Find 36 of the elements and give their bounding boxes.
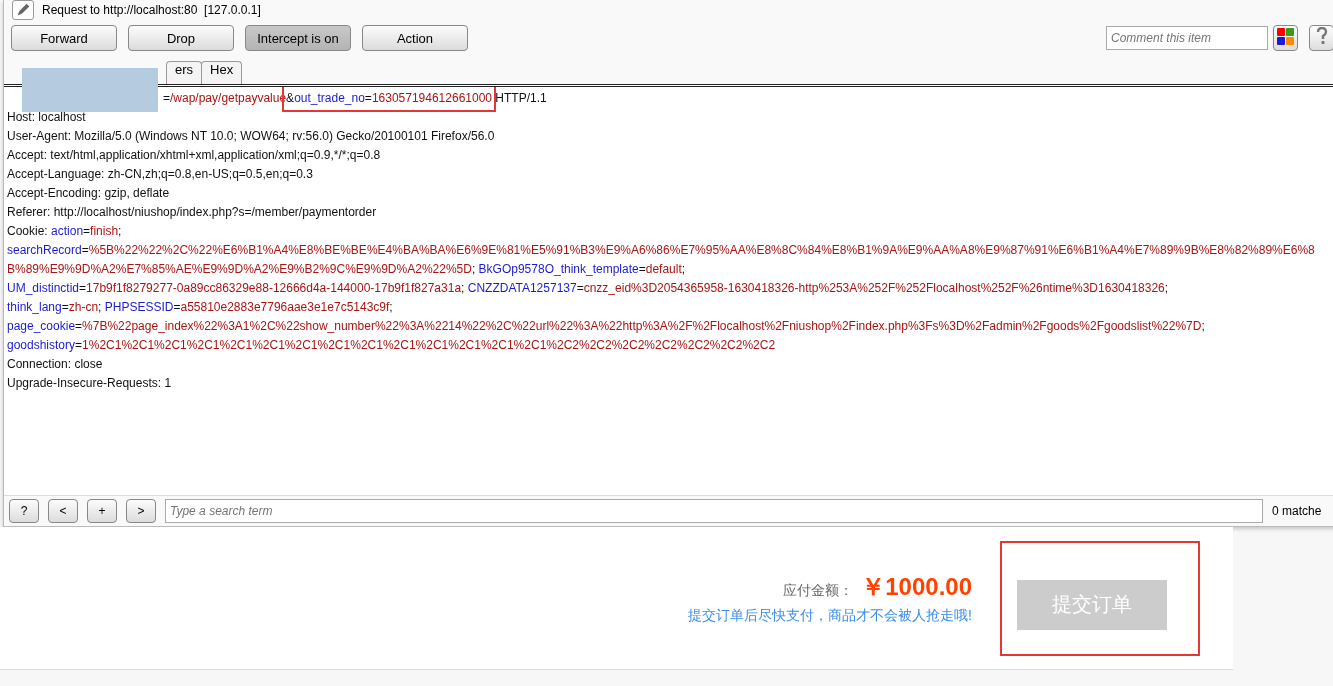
header-line: User-Agent: Mozilla/5.0 (Windows NT 10.0; WOW64; rv:56.0) Gecko/20100101 Firefox/56.0 [7, 128, 496, 145]
search-field[interactable]: Type a search term [165, 499, 1263, 523]
amount-label: 应付金额： [783, 582, 854, 600]
match-count: 0 matche [1272, 504, 1322, 518]
header-line: Accept-Language: zh-CN,zh;q=0.8,en-US;q=0.5,en;q=0.3 [7, 166, 314, 183]
header-line: Cookie: action=finish; [7, 223, 123, 240]
toolbar-button[interactable]: Forward [11, 25, 117, 51]
tab[interactable]: ers [166, 61, 203, 84]
tab[interactable]: Hex [201, 61, 243, 84]
amount-value: ￥1000.00 [861, 572, 972, 602]
payment-note: 提交订单后尽快支付，商品才不会被人抢走哦! [688, 607, 972, 625]
help-icon [1315, 26, 1328, 45]
header-line: UM_distinctid=17b9f1f8279277-0a89cc86329e88-12666d4a-144000-17b9f1f827a31a; CNZZDATA1257137=cnzz_eid%3D2054365958-1630418326-http%253A%252F%252Flocalhost%252F%26ntime%3D1630418326; [7, 280, 1170, 297]
toolbar-button[interactable]: Drop [128, 25, 234, 51]
search-nav-button[interactable]: + [87, 499, 117, 523]
toolbar-button[interactable]: Intercept is on [245, 25, 351, 51]
header-line: Connection: close [7, 356, 104, 373]
header-line: Upgrade-Insecure-Requests: 1 [7, 375, 173, 392]
search-nav-button[interactable]: < [48, 499, 78, 523]
header-line: Referer: http://localhost/niushop/index.php?s=/member/paymentorder [7, 204, 378, 221]
header-line: searchRecord=%5B%22%22%2C%22%E6%B1%A4%E8%BE%BE%E4%BA%BA%E6%9E%81%E5%91%B3%E9%A6%86%E7%95%AA%E8%8C%84%E8%B1%9A%E9%AA%A8%E9%87%91%E6%B1%A4%E7%89%9B%E8%82%89%E6%8B%89%E9%9D%A2%E7%85%AE%E9%9D%A2%E9%B2%9C%E9%9D%A2%22%5D; BkGOp9578O_think_template=default; [7, 242, 1316, 278]
request-editor[interactable] [4, 84, 1333, 495]
color-grid-icon [1276, 27, 1295, 46]
header-line: Accept: text/html,application/xhtml+xml,application/xml;q=0.9,*/*;q=0.8 [7, 147, 382, 164]
window-title: Request to http://localhost:80 [127.0.0.1] [42, 3, 261, 17]
help-button[interactable] [1309, 25, 1333, 51]
toolbar-button[interactable]: Action [362, 25, 468, 51]
comment-field[interactable]: Comment this item [1106, 26, 1268, 50]
search-nav-button[interactable]: ? [9, 499, 39, 523]
header-line: goodshistory=1%2C1%2C1%2C1%2C1%2C1%2C1%2C1%2C1%2C1%2C1%2C1%2C1%2C1%2C1%2C2%2C2%2C2%2C2%2C2%2C2%2C2 [7, 337, 777, 354]
color-picker-button[interactable] [1273, 25, 1298, 51]
header-line: Accept-Encoding: gzip, deflate [7, 185, 171, 202]
header-line: Host: localhost [7, 109, 87, 126]
search-nav-button[interactable]: > [126, 499, 156, 523]
header-line: think_lang=zh-cn; PHPSESSID=a55810e2883e7796aae3e1e7c5143c9f; [7, 299, 394, 316]
header-line: page_cookie=%7B%22page_index%22%3A1%2C%22show_number%22%3A%2214%22%2C%22url%22%3A%22http%3A%2F%2Flocalhost%2Fniushop%2Findex.php%3Fs%3D%2Fadmin%2Fgoods%2Fgoodslist%22%7D; [7, 318, 1206, 335]
